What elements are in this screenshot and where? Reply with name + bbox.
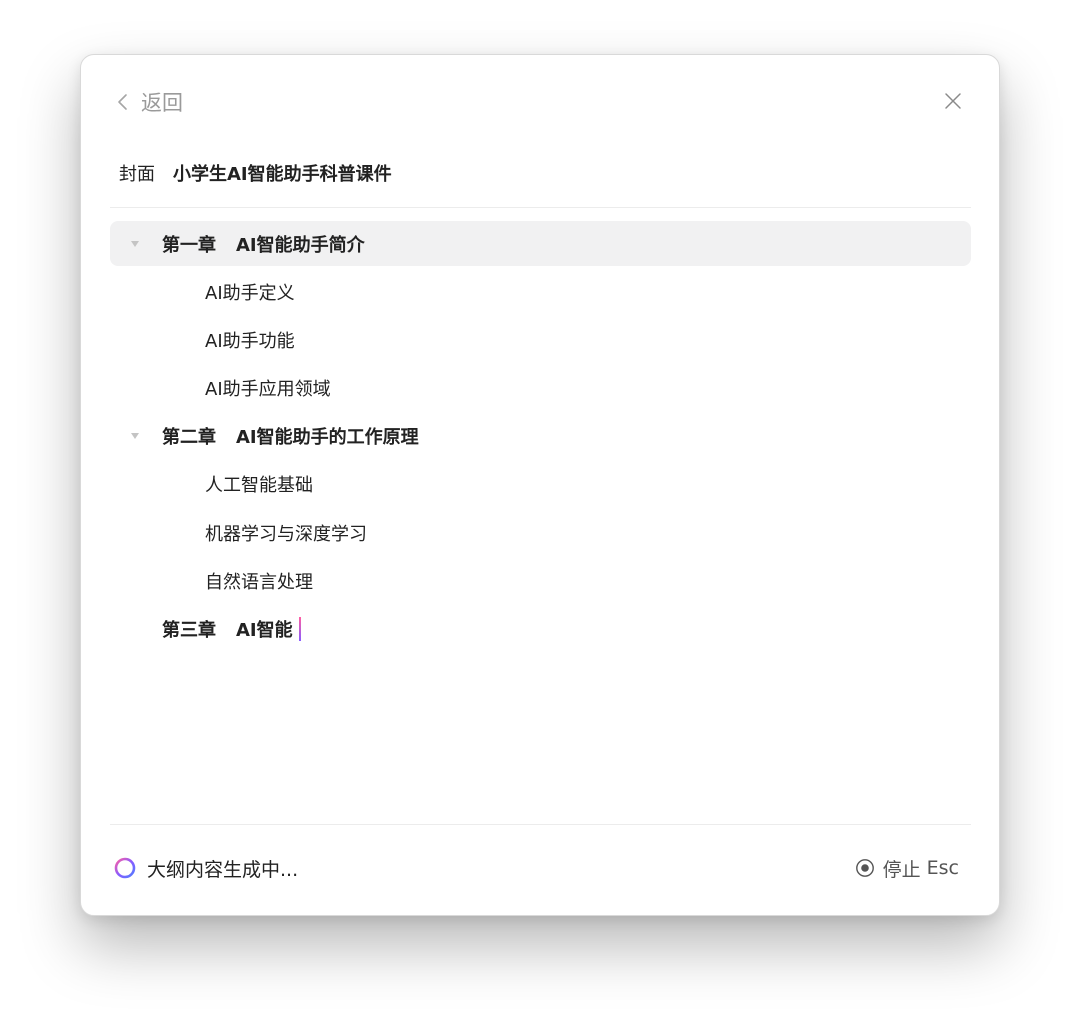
cover-row[interactable]: 封面 小学生AI智能助手科普课件 <box>119 159 392 187</box>
collapse-triangle-icon[interactable] <box>130 239 140 249</box>
stop-button[interactable]: 停止 Esc <box>855 853 959 883</box>
divider <box>110 824 971 825</box>
section-row[interactable]: 自然语言处理 <box>110 558 971 603</box>
stop-circle-icon <box>855 859 874 877</box>
collapse-triangle-icon[interactable] <box>130 431 140 441</box>
status-text: 大纲内容生成中... <box>147 858 299 881</box>
cover-label: 封面 <box>119 164 155 185</box>
stop-label: 停止 <box>882 858 921 881</box>
loading-ring-icon <box>114 857 136 879</box>
back-label: 返回 <box>141 91 183 115</box>
section-row[interactable]: 机器学习与深度学习 <box>110 510 971 555</box>
section-title[interactable]: 自然语言处理 <box>205 568 313 594</box>
chapter-title[interactable]: AI智能助手的工作原理 <box>236 423 419 449</box>
section-title[interactable]: AI助手定义 <box>205 279 295 305</box>
chapter-row-3[interactable]: 第三章 AI智能 <box>110 607 971 652</box>
outline-tree: 第一章 AI智能助手简介 AI助手定义 AI助手功能 AI助手应用领域 第二章 … <box>110 221 971 655</box>
chapter-number: 第一章 <box>162 234 216 256</box>
close-icon[interactable] <box>943 91 963 111</box>
stop-shortcut: Esc <box>926 857 959 879</box>
section-row[interactable]: 人工智能基础 <box>110 462 971 507</box>
text-cursor <box>298 617 301 641</box>
chapter-row-2[interactable]: 第二章 AI智能助手的工作原理 <box>110 414 971 459</box>
chapter-row-1[interactable]: 第一章 AI智能助手简介 <box>110 221 971 266</box>
section-title[interactable]: AI助手功能 <box>205 327 295 353</box>
section-row[interactable]: AI助手应用领域 <box>110 366 971 411</box>
cover-title[interactable]: 小学生AI智能助手科普课件 <box>173 160 392 186</box>
generation-status: 大纲内容生成中... <box>113 853 298 883</box>
chevron-left-icon <box>118 94 127 110</box>
section-title[interactable]: AI助手应用领域 <box>205 375 331 401</box>
outline-dialog: 返回 封面 小学生AI智能助手科普课件 第一章 AI智能助手简介 AI助手定义 … <box>80 54 1000 916</box>
section-row[interactable]: AI助手功能 <box>110 317 971 362</box>
back-button[interactable]: 返回 <box>115 87 183 117</box>
section-row[interactable]: AI助手定义 <box>110 269 971 314</box>
section-title[interactable]: 机器学习与深度学习 <box>205 520 367 546</box>
divider <box>110 207 971 208</box>
chapter-number: 第三章 <box>162 620 216 641</box>
chapter-number: 第二章 <box>162 427 216 449</box>
chapter-title[interactable]: AI智能助手简介 <box>236 231 365 257</box>
section-title[interactable]: 人工智能基础 <box>205 471 313 497</box>
chapter-title[interactable]: AI智能 <box>236 616 293 642</box>
